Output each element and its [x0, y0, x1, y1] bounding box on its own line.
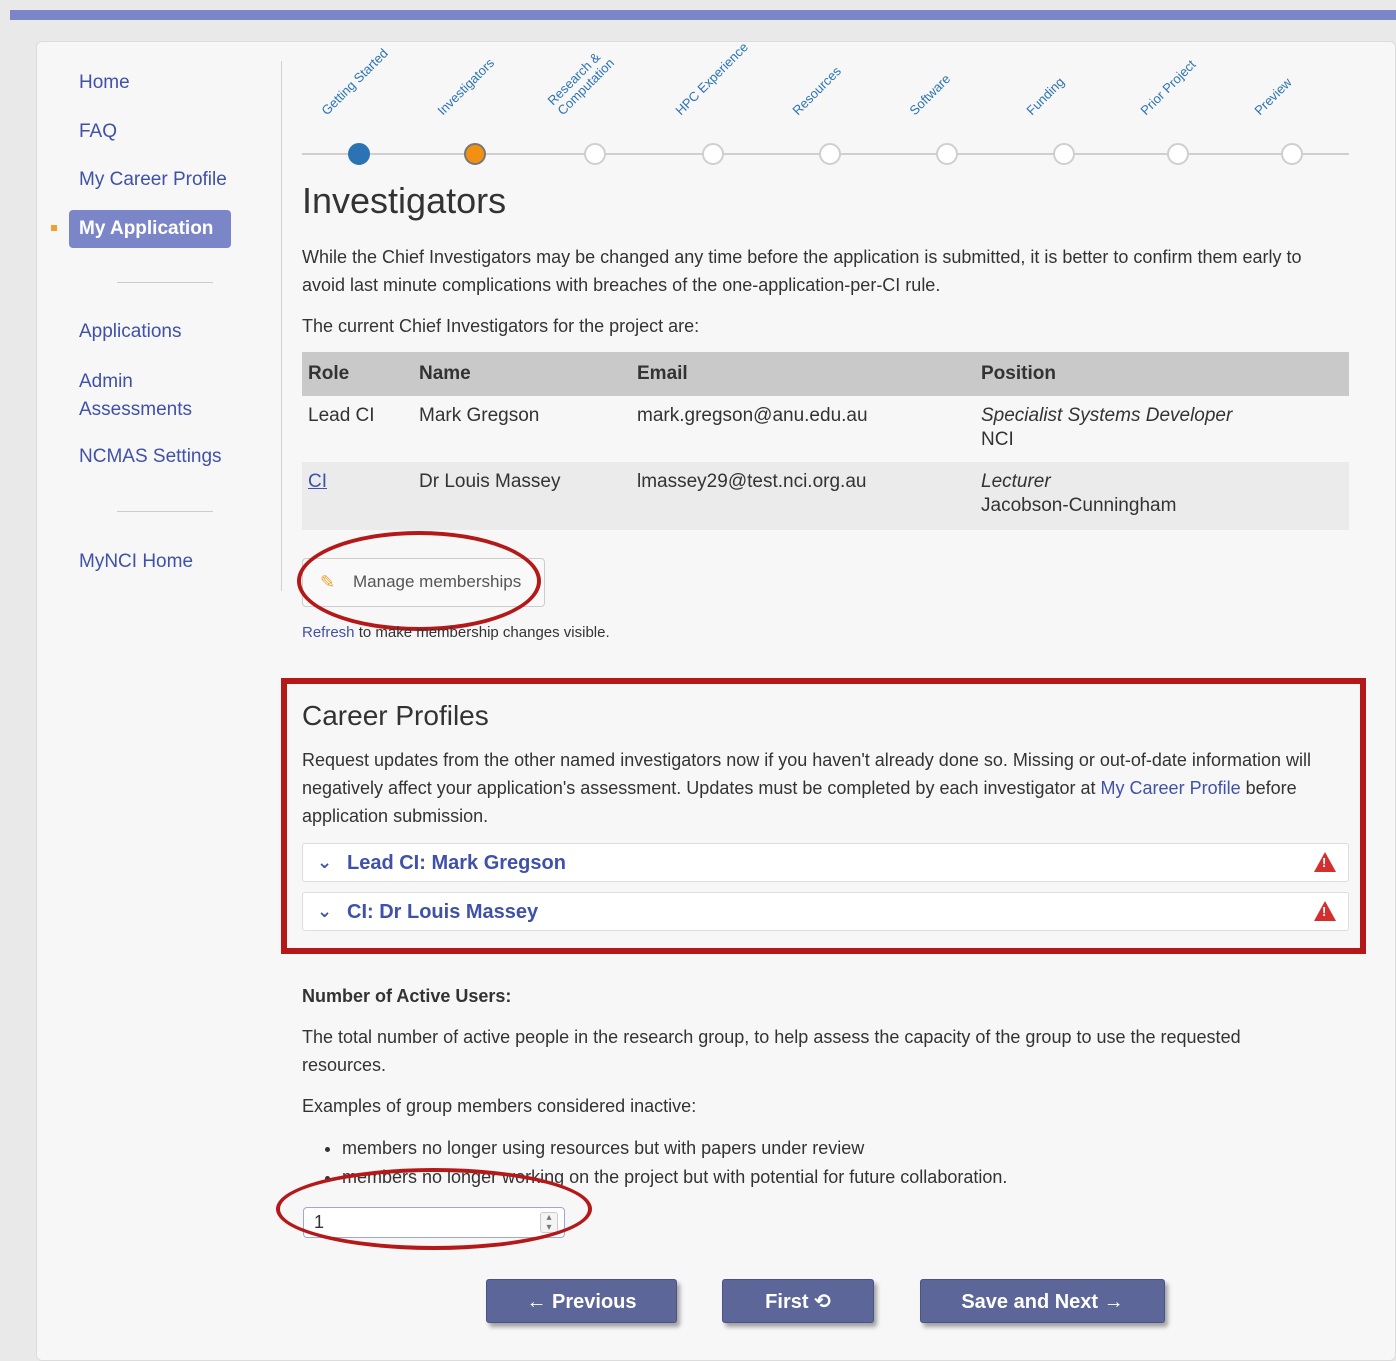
investigators-table: Role Name Email Position Lead CI Mark Gr… [302, 352, 1349, 530]
save-next-button[interactable]: Save and Next → [920, 1279, 1165, 1323]
step-dot[interactable] [584, 143, 606, 165]
column-header: Name [413, 352, 631, 396]
refresh-note: Refresh to make membership changes visib… [302, 624, 610, 641]
table-row: CI Dr Louis Massey lmassey29@test.nci.or… [302, 462, 1349, 530]
highlight-ellipse [297, 531, 541, 631]
role-cell: Lead CI [308, 405, 375, 426]
table-header-row: Role Name Email Position [302, 352, 1349, 396]
sidebar-item-my-application[interactable]: My Application [69, 210, 231, 248]
career-profile-link[interactable]: My Career Profile [1101, 778, 1241, 798]
sidebar-item-mynci-home[interactable]: MyNCI Home [79, 548, 193, 576]
step-dot[interactable] [348, 143, 370, 165]
step-dot[interactable] [1281, 143, 1303, 165]
role-link[interactable]: CI [308, 471, 327, 492]
step-dot[interactable] [1053, 143, 1075, 165]
sidebar-item-career-profile[interactable]: My Career Profile [79, 166, 227, 194]
name-cell: Mark Gregson [419, 405, 540, 426]
sidebar-item-faq[interactable]: FAQ [79, 118, 117, 146]
name-cell: Dr Louis Massey [413, 462, 631, 530]
step-dot[interactable] [819, 143, 841, 165]
step-dot[interactable] [1167, 143, 1189, 165]
column-header: Email [631, 352, 975, 396]
previous-button[interactable]: ← Previous [486, 1279, 677, 1323]
position-cell: Specialist Systems Developer NCI [975, 396, 1349, 462]
chevron-down-icon: ⌄ [317, 901, 333, 921]
step-dot[interactable] [702, 143, 724, 165]
column-header: Role [302, 352, 413, 396]
refresh-link[interactable]: Refresh [302, 624, 355, 641]
first-button[interactable]: First ⟲ [722, 1279, 874, 1323]
warning-icon: ! [1314, 852, 1336, 872]
position-org: NCI [981, 429, 1014, 450]
accordion-lead-ci[interactable]: ⌄ Lead CI: Mark Gregson ! [302, 843, 1349, 882]
step-dot[interactable] [464, 143, 486, 165]
highlight-ellipse [276, 1168, 592, 1250]
position-org: Jacobson-Cunningham [981, 495, 1177, 516]
page-title: Investigators [302, 180, 507, 221]
sidebar-item-ncmas-settings[interactable]: NCMAS Settings [79, 443, 222, 471]
accordion-title: Lead CI: Mark Gregson [347, 852, 566, 874]
chevron-down-icon: ⌄ [317, 852, 333, 872]
sidebar-border [281, 61, 282, 591]
active-users-desc: The total number of active people in the… [302, 1027, 1241, 1075]
position-title: Lecturer [981, 471, 1051, 492]
sidebar-item-admin-assessments[interactable]: Admin Assessments [79, 368, 219, 424]
warning-icon: ! [1314, 901, 1336, 921]
table-row: Lead CI Mark Gregson mark.gregson@anu.ed… [302, 396, 1349, 462]
step-dot[interactable] [936, 143, 958, 165]
email-cell: mark.gregson@anu.edu.au [637, 405, 868, 426]
top-accent-bar [10, 10, 1396, 20]
column-header: Position [975, 352, 1349, 396]
position-title: Specialist Systems Developer [981, 405, 1233, 426]
active-bullet [51, 225, 57, 231]
accordion-ci[interactable]: ⌄ CI: Dr Louis Massey ! [302, 892, 1349, 931]
list-item: members no longer using resources but wi… [342, 1134, 1007, 1163]
section-title: Career Profiles [302, 700, 489, 731]
intro-text: While the Chief Investigators may be cha… [302, 247, 1302, 295]
current-ci-text: The current Chief Investigators for the … [302, 316, 700, 336]
sidebar-divider [117, 282, 213, 283]
refresh-text: to make membership changes visible. [354, 624, 610, 641]
inactive-examples-text: Examples of group members considered ina… [302, 1096, 697, 1116]
accordion-title: CI: Dr Louis Massey [347, 901, 539, 923]
sidebar-divider [117, 511, 213, 512]
sidebar-item-home[interactable]: Home [79, 69, 130, 97]
active-users-label: Number of Active Users: [302, 986, 512, 1006]
sidebar-item-applications[interactable]: Applications [79, 318, 181, 346]
career-text: Request updates from the other named inv… [302, 746, 1349, 830]
position-cell: Lecturer Jacobson-Cunningham [975, 462, 1349, 530]
email-cell: lmassey29@test.nci.org.au [631, 462, 975, 530]
role-cell: CI [302, 462, 413, 530]
